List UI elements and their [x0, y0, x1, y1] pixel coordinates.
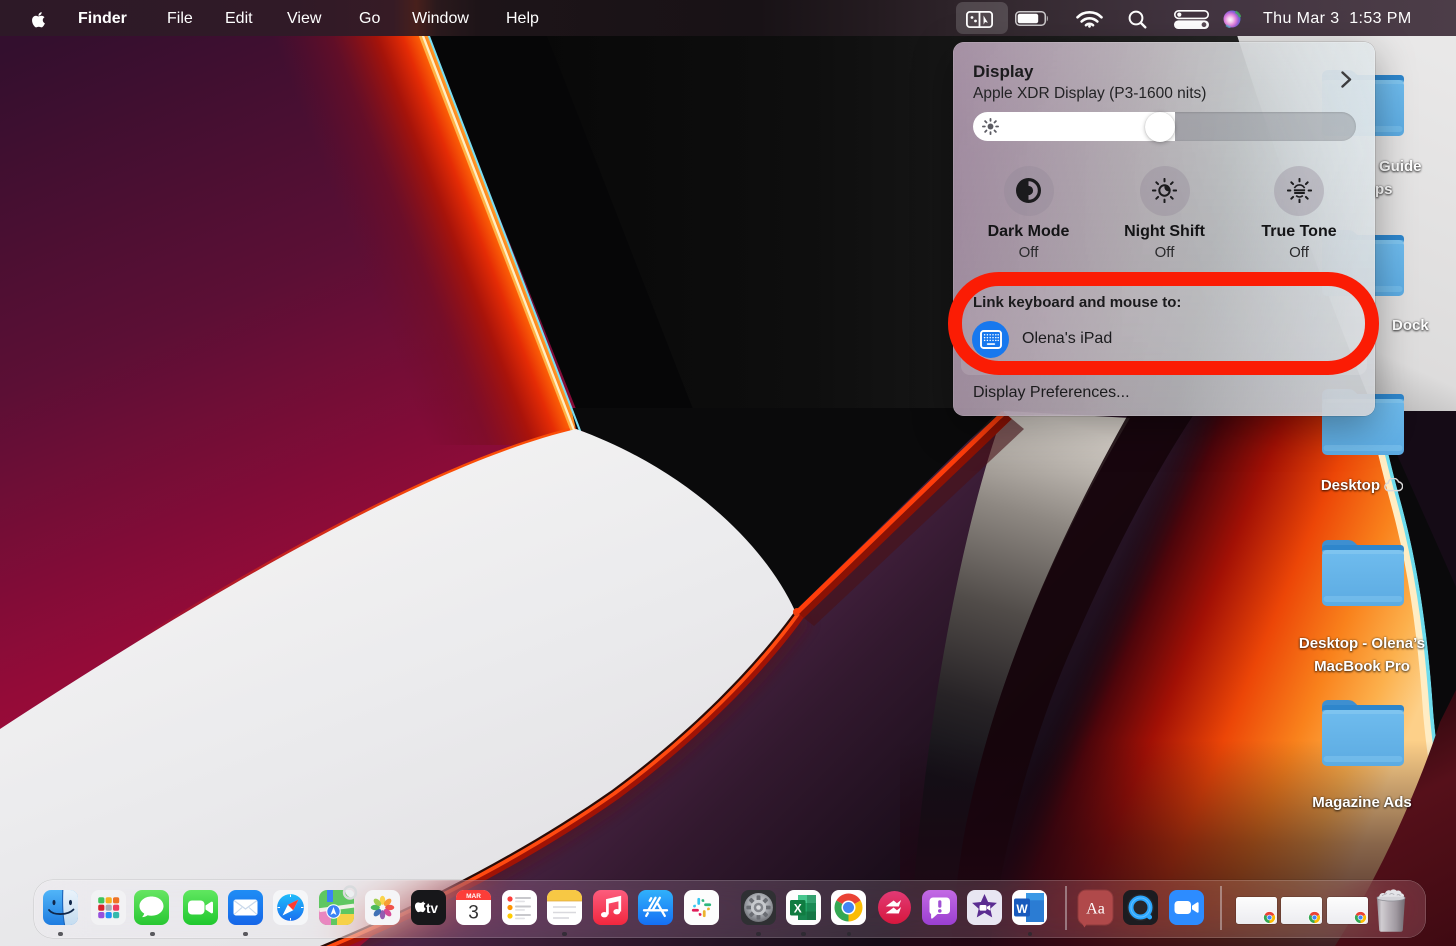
svg-text:Aa: Aa: [1086, 901, 1105, 918]
svg-text:MAR: MAR: [466, 893, 481, 900]
svg-text:W: W: [1016, 902, 1028, 916]
svg-text:3: 3: [468, 903, 479, 924]
svg-text:X: X: [793, 902, 801, 916]
svg-text:tv: tv: [426, 901, 438, 916]
